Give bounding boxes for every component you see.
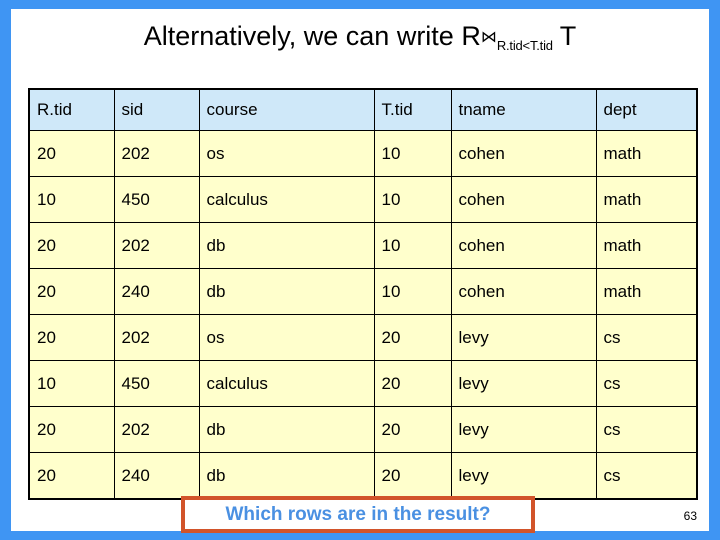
cell-r-tid: 10 — [28, 176, 115, 223]
column-header-dept: dept — [595, 88, 698, 131]
cell-r-tid: 20 — [28, 222, 115, 269]
cell-tname: cohen — [450, 176, 597, 223]
cell-tname: levy — [450, 452, 597, 500]
cell-r-tid: 20 — [28, 406, 115, 453]
cell-sid: 450 — [113, 360, 200, 407]
table-row[interactable]: 20 240 db 20 levy cs — [28, 452, 698, 500]
cell-dept: math — [595, 176, 698, 223]
cell-course: db — [198, 268, 375, 315]
cell-dept: cs — [595, 406, 698, 453]
title-lead-text: Alternatively, we can write R — [143, 21, 481, 51]
cell-sid: 240 — [113, 452, 200, 500]
cell-sid: 202 — [113, 222, 200, 269]
page-number: 63 — [683, 509, 697, 523]
cell-tname: cohen — [450, 222, 597, 269]
table-row[interactable]: 10 450 calculus 10 cohen math — [28, 176, 698, 223]
join-result-table: R.tid sid course T.tid tname dept 20 202… — [28, 88, 698, 500]
cell-t-tid: 10 — [373, 222, 452, 269]
cell-tname: levy — [450, 360, 597, 407]
cell-t-tid: 20 — [373, 360, 452, 407]
cell-sid: 240 — [113, 268, 200, 315]
table-row[interactable]: 10 450 calculus 20 levy cs — [28, 360, 698, 407]
cell-r-tid: 20 — [28, 268, 115, 315]
slide-content-area: Alternatively, we can write R⋈R.tid<T.ti… — [11, 9, 709, 533]
table-row[interactable]: 20 202 os 10 cohen math — [28, 130, 698, 177]
cell-sid: 202 — [113, 314, 200, 361]
result-table-container: R.tid sid course T.tid tname dept 20 202… — [28, 88, 698, 500]
cell-course: db — [198, 222, 375, 269]
page-title: Alternatively, we can write R⋈R.tid<T.ti… — [11, 22, 709, 53]
cell-dept: math — [595, 130, 698, 177]
column-header-sid: sid — [113, 88, 200, 131]
cell-r-tid: 10 — [28, 360, 115, 407]
table-row[interactable]: 20 202 db 20 levy cs — [28, 406, 698, 453]
cell-r-tid: 20 — [28, 452, 115, 500]
cell-r-tid: 20 — [28, 130, 115, 177]
cell-course: db — [198, 406, 375, 453]
title-right-relation: T — [559, 21, 577, 51]
table-row[interactable]: 20 202 os 20 levy cs — [28, 314, 698, 361]
cell-course: os — [198, 130, 375, 177]
cell-tname: cohen — [450, 130, 597, 177]
cell-r-tid: 20 — [28, 314, 115, 361]
cell-t-tid: 10 — [373, 130, 452, 177]
cell-dept: cs — [595, 452, 698, 500]
cell-t-tid: 20 — [373, 452, 452, 500]
cell-sid: 450 — [113, 176, 200, 223]
join-operator-icon: ⋈ — [480, 29, 497, 46]
cell-dept: cs — [595, 360, 698, 407]
table-row[interactable]: 20 202 db 10 cohen math — [28, 222, 698, 269]
cell-course: db — [198, 452, 375, 500]
cell-sid: 202 — [113, 130, 200, 177]
cell-course: calculus — [198, 176, 375, 223]
table-header-row: R.tid sid course T.tid tname dept — [28, 88, 698, 131]
cell-t-tid: 20 — [373, 314, 452, 361]
slide-frame: Alternatively, we can write R⋈R.tid<T.ti… — [0, 0, 720, 540]
cell-t-tid: 20 — [373, 406, 452, 453]
cell-dept: math — [595, 268, 698, 315]
cell-dept: cs — [595, 314, 698, 361]
question-callout-box: Which rows are in the result? — [181, 496, 535, 533]
column-header-t-tid: T.tid — [373, 88, 452, 131]
cell-t-tid: 10 — [373, 176, 452, 223]
cell-tname: levy — [450, 406, 597, 453]
cell-tname: cohen — [450, 268, 597, 315]
column-header-r-tid: R.tid — [28, 88, 115, 131]
cell-tname: levy — [450, 314, 597, 361]
cell-t-tid: 10 — [373, 268, 452, 315]
column-header-course: course — [198, 88, 375, 131]
cell-course: calculus — [198, 360, 375, 407]
cell-dept: math — [595, 222, 698, 269]
cell-course: os — [198, 314, 375, 361]
column-header-tname: tname — [450, 88, 597, 131]
join-condition-subscript: R.tid<T.tid — [496, 38, 553, 53]
table-row[interactable]: 20 240 db 10 cohen math — [28, 268, 698, 315]
cell-sid: 202 — [113, 406, 200, 453]
question-callout-text: Which rows are in the result? — [225, 503, 491, 525]
